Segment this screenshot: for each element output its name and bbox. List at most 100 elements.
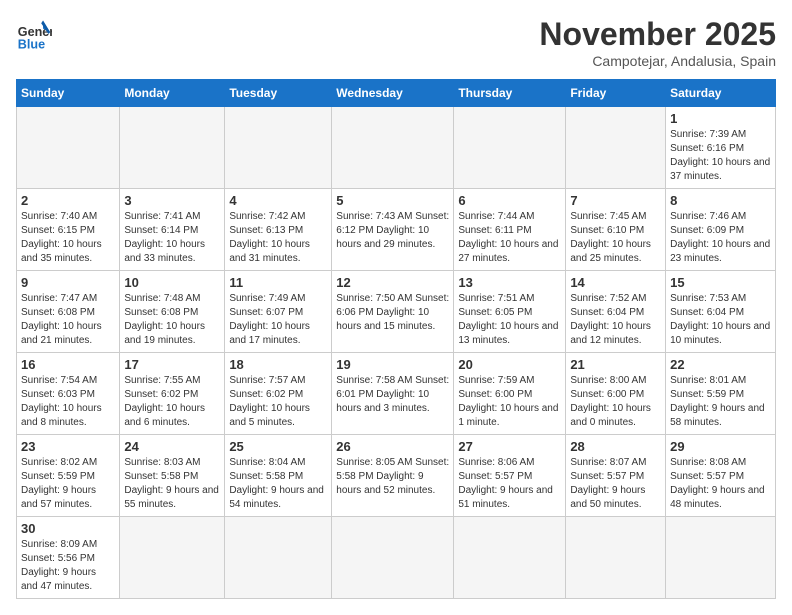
calendar-cell [120, 107, 225, 189]
calendar-cell: 11 Sunrise: 7:49 AM Sunset: 6:07 PM Dayli… [225, 271, 332, 353]
day-number: 6 [458, 193, 561, 208]
day-info: Sunrise: 8:08 AM Sunset: 5:57 PM Dayligh… [670, 456, 771, 512]
weekday-header-saturday: Saturday [666, 80, 776, 107]
calendar-cell: 25Sunrise: 8:04 AM Sunset: 5:58 PM Dayli… [225, 435, 332, 517]
calendar-cell: 10 Sunrise: 7:48 AM Sunset: 6:08 PM Dayli… [120, 271, 225, 353]
day-info: Sunrise: 7:46 AM Sunset: 6:09 PM Dayligh… [670, 210, 771, 266]
calendar-cell: 27 Sunrise: 8:06 AM Sunset: 5:57 PM Dayli… [454, 435, 566, 517]
logo-icon: General Blue [16, 16, 52, 52]
day-info: Sunrise: 7:57 AM Sunset: 6:02 PM Dayligh… [229, 374, 327, 430]
weekday-header-sunday: Sunday [17, 80, 120, 107]
day-number: 2 [21, 193, 115, 208]
calendar-cell: 15Sunrise: 7:53 AM Sunset: 6:04 PM Dayli… [666, 271, 776, 353]
weekday-header-friday: Friday [566, 80, 666, 107]
day-info: Sunrise: 7:54 AM Sunset: 6:03 PM Dayligh… [21, 374, 115, 430]
day-info: Sunrise: 8:00 AM Sunset: 6:00 PM Dayligh… [570, 374, 661, 430]
day-number: 21 [570, 357, 661, 372]
day-info: Sunrise: 7:48 AM Sunset: 6:08 PM Dayligh… [124, 292, 220, 348]
calendar-cell: 12Sunrise: 7:50 AM Sunset: 6:06 PM Dayli… [332, 271, 454, 353]
day-number: 28 [570, 439, 661, 454]
calendar-cell [666, 517, 776, 599]
calendar-cell: 19 Sunrise: 7:58 AM Sunset: 6:01 PM Dayli… [332, 353, 454, 435]
calendar-cell [566, 517, 666, 599]
day-number: 19 [336, 357, 449, 372]
day-info: Sunrise: 8:07 AM Sunset: 5:57 PM Dayligh… [570, 456, 661, 512]
calendar-week-4: 16Sunrise: 7:54 AM Sunset: 6:03 PM Dayli… [17, 353, 776, 435]
day-number: 11 [229, 275, 327, 290]
calendar-cell [17, 107, 120, 189]
month-title: November 2025 [539, 16, 776, 53]
weekday-header-row: SundayMondayTuesdayWednesdayThursdayFrid… [17, 80, 776, 107]
calendar-week-2: 2 Sunrise: 7:40 AM Sunset: 6:15 PM Daylig… [17, 189, 776, 271]
day-info: Sunrise: 8:01 AM Sunset: 5:59 PM Dayligh… [670, 374, 771, 430]
day-info: Sunrise: 7:50 AM Sunset: 6:06 PM Dayligh… [336, 292, 449, 334]
day-info: Sunrise: 7:51 AM Sunset: 6:05 PM Dayligh… [458, 292, 561, 348]
weekday-header-tuesday: Tuesday [225, 80, 332, 107]
calendar-cell [332, 107, 454, 189]
weekday-header-thursday: Thursday [454, 80, 566, 107]
calendar-cell: 9 Sunrise: 7:47 AM Sunset: 6:08 PM Daylig… [17, 271, 120, 353]
day-number: 27 [458, 439, 561, 454]
page-header: General Blue November 2025 Campotejar, A… [16, 16, 776, 69]
calendar-cell [454, 517, 566, 599]
day-number: 13 [458, 275, 561, 290]
day-info: Sunrise: 7:45 AM Sunset: 6:10 PM Dayligh… [570, 210, 661, 266]
day-number: 29 [670, 439, 771, 454]
day-number: 8 [670, 193, 771, 208]
day-info: Sunrise: 8:06 AM Sunset: 5:57 PM Dayligh… [458, 456, 561, 512]
calendar-cell: 23Sunrise: 8:02 AM Sunset: 5:59 PM Dayli… [17, 435, 120, 517]
calendar-week-3: 9 Sunrise: 7:47 AM Sunset: 6:08 PM Daylig… [17, 271, 776, 353]
day-number: 17 [124, 357, 220, 372]
calendar-cell: 24Sunrise: 8:03 AM Sunset: 5:58 PM Dayli… [120, 435, 225, 517]
day-info: Sunrise: 7:53 AM Sunset: 6:04 PM Dayligh… [670, 292, 771, 348]
day-number: 3 [124, 193, 220, 208]
day-number: 22 [670, 357, 771, 372]
day-info: Sunrise: 8:03 AM Sunset: 5:58 PM Dayligh… [124, 456, 220, 512]
calendar-cell: 8 Sunrise: 7:46 AM Sunset: 6:09 PM Daylig… [666, 189, 776, 271]
title-area: November 2025 Campotejar, Andalusia, Spa… [539, 16, 776, 69]
day-info: Sunrise: 7:42 AM Sunset: 6:13 PM Dayligh… [229, 210, 327, 266]
calendar-table: SundayMondayTuesdayWednesdayThursdayFrid… [16, 79, 776, 599]
calendar-cell: 14 Sunrise: 7:52 AM Sunset: 6:04 PM Dayli… [566, 271, 666, 353]
day-info: Sunrise: 7:49 AM Sunset: 6:07 PM Dayligh… [229, 292, 327, 348]
day-info: Sunrise: 7:39 AM Sunset: 6:16 PM Dayligh… [670, 128, 771, 184]
calendar-cell: 2 Sunrise: 7:40 AM Sunset: 6:15 PM Daylig… [17, 189, 120, 271]
calendar-cell [225, 107, 332, 189]
day-info: Sunrise: 7:40 AM Sunset: 6:15 PM Dayligh… [21, 210, 115, 266]
day-info: Sunrise: 7:44 AM Sunset: 6:11 PM Dayligh… [458, 210, 561, 266]
location-subtitle: Campotejar, Andalusia, Spain [539, 53, 776, 69]
calendar-cell [120, 517, 225, 599]
day-info: Sunrise: 7:52 AM Sunset: 6:04 PM Dayligh… [570, 292, 661, 348]
day-number: 4 [229, 193, 327, 208]
calendar-cell: 4 Sunrise: 7:42 AM Sunset: 6:13 PM Daylig… [225, 189, 332, 271]
day-info: Sunrise: 7:43 AM Sunset: 6:12 PM Dayligh… [336, 210, 449, 252]
day-info: Sunrise: 7:55 AM Sunset: 6:02 PM Dayligh… [124, 374, 220, 430]
calendar-cell: 22 Sunrise: 8:01 AM Sunset: 5:59 PM Dayli… [666, 353, 776, 435]
calendar-cell: 30Sunrise: 8:09 AM Sunset: 5:56 PM Dayli… [17, 517, 120, 599]
calendar-cell: 5 Sunrise: 7:43 AM Sunset: 6:12 PM Daylig… [332, 189, 454, 271]
day-number: 9 [21, 275, 115, 290]
weekday-header-monday: Monday [120, 80, 225, 107]
day-number: 7 [570, 193, 661, 208]
calendar-cell [566, 107, 666, 189]
calendar-cell: 17 Sunrise: 7:55 AM Sunset: 6:02 PM Dayli… [120, 353, 225, 435]
calendar-cell: 3Sunrise: 7:41 AM Sunset: 6:14 PM Daylig… [120, 189, 225, 271]
calendar-cell: 26Sunrise: 8:05 AM Sunset: 5:58 PM Dayli… [332, 435, 454, 517]
day-info: Sunrise: 7:47 AM Sunset: 6:08 PM Dayligh… [21, 292, 115, 348]
day-info: Sunrise: 7:59 AM Sunset: 6:00 PM Dayligh… [458, 374, 561, 430]
svg-text:Blue: Blue [18, 37, 45, 51]
day-info: Sunrise: 7:58 AM Sunset: 6:01 PM Dayligh… [336, 374, 449, 416]
day-info: Sunrise: 8:04 AM Sunset: 5:58 PM Dayligh… [229, 456, 327, 512]
day-number: 5 [336, 193, 449, 208]
calendar-cell [332, 517, 454, 599]
calendar-cell: 29 Sunrise: 8:08 AM Sunset: 5:57 PM Dayli… [666, 435, 776, 517]
calendar-week-6: 30Sunrise: 8:09 AM Sunset: 5:56 PM Dayli… [17, 517, 776, 599]
day-number: 14 [570, 275, 661, 290]
day-number: 1 [670, 111, 771, 126]
day-number: 23 [21, 439, 115, 454]
day-number: 10 [124, 275, 220, 290]
day-number: 18 [229, 357, 327, 372]
calendar-cell: 16Sunrise: 7:54 AM Sunset: 6:03 PM Dayli… [17, 353, 120, 435]
calendar-week-5: 23Sunrise: 8:02 AM Sunset: 5:59 PM Dayli… [17, 435, 776, 517]
calendar-cell: 13 Sunrise: 7:51 AM Sunset: 6:05 PM Dayli… [454, 271, 566, 353]
